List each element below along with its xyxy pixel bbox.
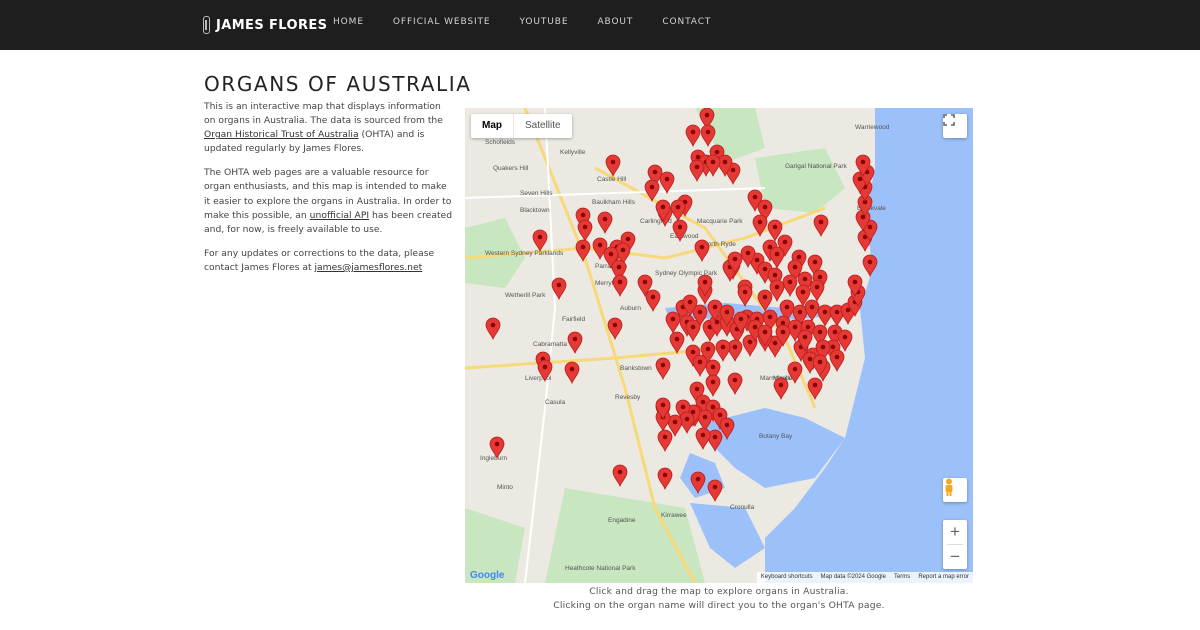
place-label: Baulkham Hills <box>592 199 636 206</box>
map-attribution: Keyboard shortcuts Map data ©2024 Google… <box>756 572 973 583</box>
map-type-satellite-button[interactable]: Satellite <box>513 114 572 138</box>
place-label: Blacktown <box>520 207 550 214</box>
place-label: Botany Bay <box>759 433 793 440</box>
intro-paragraph-1: This is an interactive map that displays… <box>204 101 443 155</box>
place-label: Schofields <box>485 139 516 146</box>
nav-official-website[interactable]: OFFICIAL WEBSITE <box>393 17 491 27</box>
pegman-icon <box>945 478 953 496</box>
ohta-link[interactable]: Organ Historical Trust of Australia <box>204 129 359 140</box>
street-view-button[interactable] <box>943 478 967 502</box>
place-label: Kirrawee <box>661 512 687 519</box>
map-type-control: Map Satellite <box>471 114 572 138</box>
intro-text: This is an interactive map that displays… <box>204 100 454 285</box>
place-label: Ingleburn <box>480 455 507 462</box>
place-label: Garigal National Park <box>785 163 848 170</box>
zoom-in-button[interactable]: + <box>943 520 967 544</box>
api-link[interactable]: unofficial API <box>310 210 369 221</box>
fullscreen-button[interactable] <box>943 114 967 138</box>
terms-link[interactable]: Terms <box>890 572 914 583</box>
place-label: Wetherill Park <box>505 292 546 299</box>
brand-name: JAMES FLORES <box>216 17 328 33</box>
nav-links: HOME OFFICIAL WEBSITE YOUTUBE ABOUT CONT… <box>333 17 740 27</box>
report-error-link[interactable]: Report a map error <box>914 572 973 583</box>
place-label: Engadine <box>608 517 636 524</box>
place-label: Revesby <box>615 394 641 401</box>
organ-pipe-icon <box>203 16 210 34</box>
place-label: Castle Hill <box>597 176 627 183</box>
nav-about[interactable]: ABOUT <box>597 17 633 27</box>
caption-line-2: Clicking on the organ name will direct y… <box>553 599 885 611</box>
place-label: Warriewood <box>855 124 890 131</box>
zoom-control: + − <box>943 520 967 569</box>
map-type-map-button[interactable]: Map <box>471 114 513 138</box>
nav-contact[interactable]: CONTACT <box>662 17 711 27</box>
zoom-out-button[interactable]: − <box>943 545 967 569</box>
map-caption: Click and drag the map to explore organs… <box>465 585 973 612</box>
nav-home[interactable]: HOME <box>333 17 364 27</box>
page-title: ORGANS OF AUSTRALIA <box>204 72 472 96</box>
place-label: Bankstown <box>620 365 652 372</box>
place-label: Fairfield <box>562 316 586 323</box>
google-logo: Google <box>470 570 505 581</box>
place-label: Cabramatta <box>533 341 567 348</box>
place-label: Casula <box>545 399 566 406</box>
place-label: Macquarie Park <box>697 218 743 225</box>
nav-youtube[interactable]: YOUTUBE <box>520 17 569 27</box>
place-label: Western Sydney Parklands <box>485 250 564 257</box>
brand[interactable]: JAMES FLORES <box>203 14 327 36</box>
top-navbar: JAMES FLORES HOME OFFICIAL WEBSITE YOUTU… <box>0 0 1200 50</box>
map-canvas[interactable]: Schofields Kellyville Quakers Hill Castle H… <box>465 108 973 583</box>
place-label: Auburn <box>620 305 641 312</box>
organ-map[interactable]: Schofields Kellyville Quakers Hill Castle H… <box>465 108 973 583</box>
place-label: Cronulla <box>730 504 755 511</box>
place-label: Kellyville <box>560 149 586 156</box>
place-label: Heathcote National Park <box>565 565 636 572</box>
caption-line-1: Click and drag the map to explore organs… <box>589 586 849 597</box>
keyboard-shortcuts-link[interactable]: Keyboard shortcuts <box>757 572 817 583</box>
email-link[interactable]: james@jamesflores.net <box>315 262 423 273</box>
place-label: Quakers Hill <box>493 165 529 172</box>
intro-paragraph-3: For any updates or corrections to the da… <box>204 247 435 273</box>
intro-paragraph-2: The OHTA web pages are a valuable resour… <box>204 167 453 235</box>
place-label: Seven Hills <box>520 190 553 197</box>
map-data-text: Map data ©2024 Google <box>820 574 886 580</box>
place-label: Minto <box>497 484 513 491</box>
fullscreen-icon <box>943 114 955 126</box>
